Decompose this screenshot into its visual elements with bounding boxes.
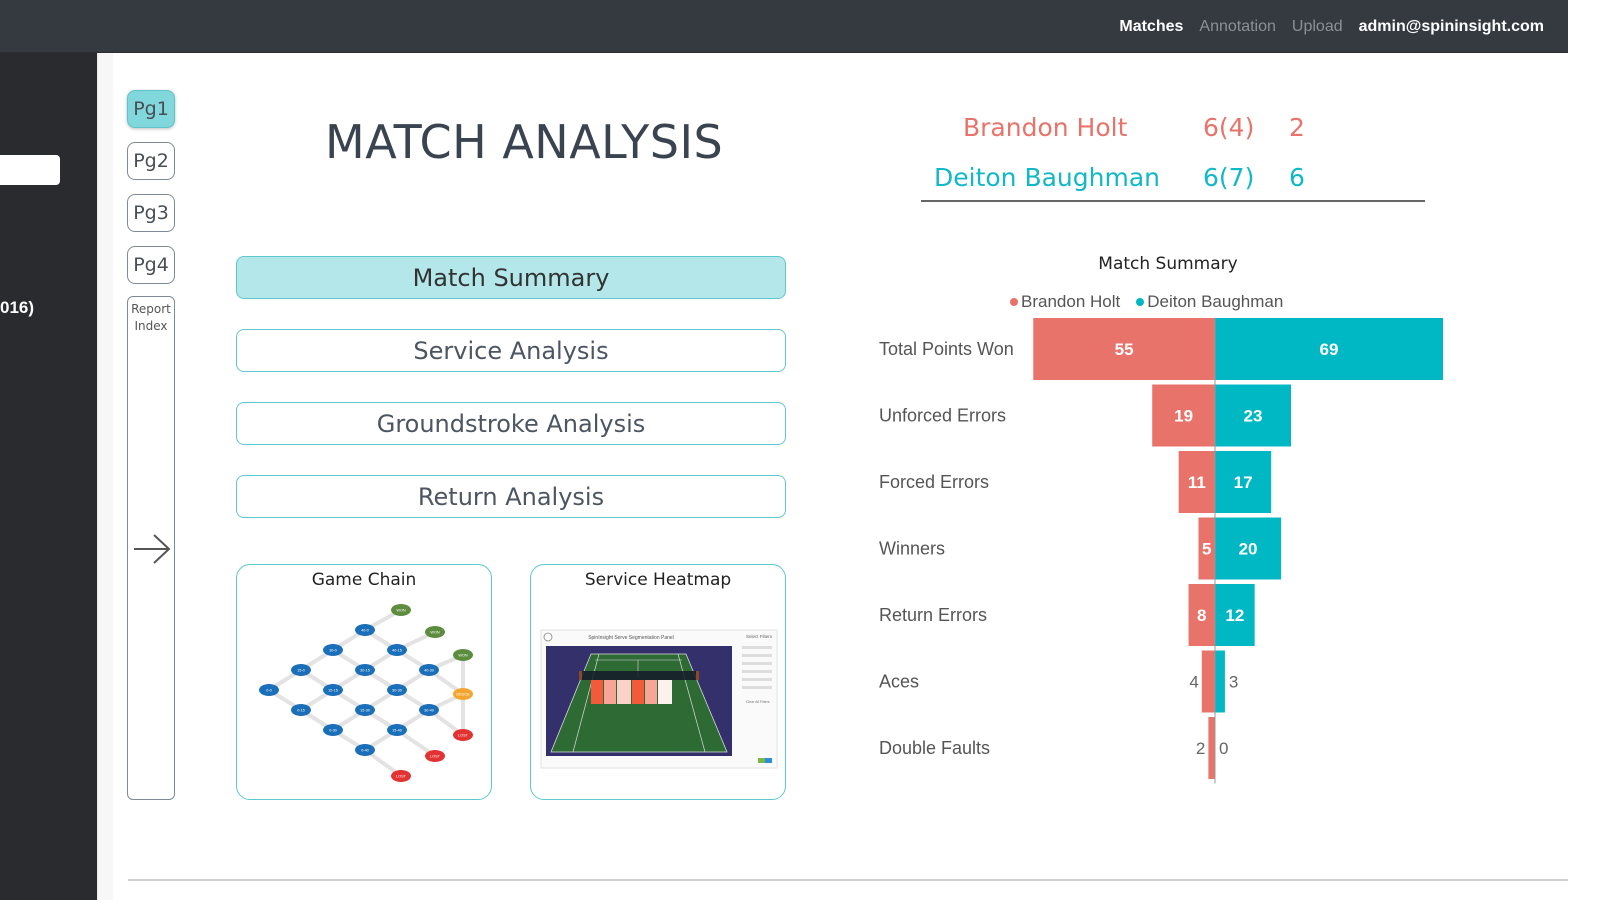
legend-item-player2[interactable]: Deiton Baughman <box>1136 292 1283 312</box>
page-button-pg1[interactable]: Pg1 <box>127 90 175 128</box>
chain-node-label: 0-15 <box>297 709 305 713</box>
chart-title: Match Summary <box>1098 254 1238 274</box>
category-label: Forced Errors <box>879 472 989 492</box>
top-navbar: Matches Annotation Upload admin@spininsi… <box>0 0 1568 53</box>
heatmap-panel-title: SpinInsight Serve Segmentation Panel <box>588 635 674 641</box>
chain-node-label: 15-0 <box>297 669 305 673</box>
page-button-pg3[interactable]: Pg3 <box>127 194 175 232</box>
data-label-player2: 23 <box>1244 407 1263 426</box>
scoreboard-row-player1: Brandon Holt 6(4) 2 <box>921 113 1427 153</box>
chain-node-label: 30-0 <box>329 649 337 653</box>
clear-filters-label: Clear All Filters <box>746 700 770 704</box>
bar-player2[interactable] <box>1215 650 1225 713</box>
left-sidebar-partial: 016) <box>0 53 97 900</box>
report-index-button[interactable]: Report Index <box>127 296 175 800</box>
tennis-net <box>581 671 697 680</box>
game-chain-title: Game Chain <box>311 570 417 590</box>
nav-matches[interactable]: Matches <box>1119 18 1183 36</box>
match-summary-button[interactable]: Match Summary <box>236 256 786 299</box>
player2-set2: 6 <box>1289 163 1305 192</box>
category-label: Aces <box>879 672 919 692</box>
game-chain-diagram: 0-0 15-0 0-15 30-0 15-15 0-30 40-0 30-15 15-30 0-… <box>259 604 473 782</box>
data-label-player1: 11 <box>1188 473 1206 492</box>
report-index-label: Report Index <box>131 302 171 333</box>
groundstroke-analysis-button[interactable]: Groundstroke Analysis <box>236 402 786 445</box>
chain-node-label: 30-15 <box>360 669 370 673</box>
chain-node-won-label: WON <box>430 631 440 635</box>
data-label-player2: 3 <box>1229 673 1238 692</box>
data-label-player1: 55 <box>1115 340 1134 359</box>
chain-node-label: 15-15 <box>328 689 338 693</box>
chart-legend: Brandon Holt Deiton Baughman <box>1010 292 1283 312</box>
bar-player1[interactable] <box>1201 650 1215 713</box>
chain-node-label: 15-40 <box>392 729 402 733</box>
top-nav-links: Matches Annotation Upload admin@spininsi… <box>1119 0 1544 53</box>
right-gutter <box>1568 0 1600 900</box>
game-chain-card[interactable]: Game Chain 0-0 15-0 0-15 30-0 15-15 0-30 40-0 3… <box>236 564 492 800</box>
chain-node-label: 0-0 <box>266 689 272 693</box>
chain-node-lost-label: LOST <box>430 755 441 759</box>
data-label-player2: 12 <box>1225 606 1244 625</box>
player1-name: Brandon Holt <box>963 113 1128 142</box>
chain-node-label: 40-0 <box>361 629 369 633</box>
service-heatmap-thumbnail: SpinInsight Serve Segmentation Panel Sel… <box>540 629 778 769</box>
service-heatmap-title: Service Heatmap <box>584 570 732 590</box>
nav-upload[interactable]: Upload <box>1292 18 1343 36</box>
service-analysis-button[interactable]: Service Analysis <box>236 329 786 372</box>
chain-node-won-label: WON <box>396 609 406 613</box>
chain-node-label: 40-15 <box>392 649 402 653</box>
page-button-pg4[interactable]: Pg4 <box>127 246 175 284</box>
player1-set2: 2 <box>1289 113 1305 142</box>
category-label: Total Points Won <box>879 339 1014 359</box>
legend-dot-player1 <box>1010 298 1018 306</box>
data-label-player1: 2 <box>1196 739 1205 758</box>
chain-node-lost-label: LOST <box>458 734 469 738</box>
category-label: Return Errors <box>879 605 987 625</box>
data-label-player2: 0 <box>1219 739 1228 758</box>
data-label-player1: 4 <box>1189 673 1198 692</box>
scoreboard-row-player2: Deiton Baughman 6(7) 6 <box>921 163 1427 203</box>
category-label: Winners <box>879 539 945 559</box>
legend-item-player1[interactable]: Brandon Holt <box>1010 292 1120 312</box>
chain-node-label: 30-30 <box>392 689 402 693</box>
heatmap-filters-title: Select Filters <box>746 634 773 639</box>
return-analysis-button[interactable]: Return Analysis <box>236 475 786 518</box>
user-account-link[interactable]: admin@spininsight.com <box>1359 18 1544 36</box>
player1-set1: 6(4) <box>1203 113 1255 142</box>
service-heatmap-card[interactable]: Service Heatmap SpinInsight Serve Segmen… <box>530 564 786 800</box>
chain-node-label: 0-30 <box>329 729 337 733</box>
chain-node-label: 40-30 <box>424 669 434 673</box>
chain-node-won-label: WON <box>458 654 468 658</box>
chain-node-label: 30-40 <box>424 709 434 713</box>
category-label: Double Faults <box>879 738 990 758</box>
chain-node-deuce-label: DEUCE <box>456 693 470 697</box>
chart-plot-area: Total Points Won 55 69Unforced Errors 19 23F… <box>879 318 1443 784</box>
data-label-player2: 69 <box>1320 340 1339 359</box>
sidebar-partial-text: 016) <box>0 298 35 317</box>
category-label: Unforced Errors <box>879 406 1006 426</box>
arrow-right-icon <box>134 534 171 564</box>
report-canvas-gutter <box>97 53 113 900</box>
data-label-player2: 17 <box>1234 473 1253 492</box>
match-summary-chart: Match Summary Brandon Holt Deiton Baughm… <box>868 248 1468 808</box>
scoreboard: Brandon Holt 6(4) 2 Deiton Baughman 6(7)… <box>921 105 1427 245</box>
page-button-pg2[interactable]: Pg2 <box>127 142 175 180</box>
data-label-player2: 20 <box>1239 540 1258 559</box>
data-label-player1: 5 <box>1202 540 1211 559</box>
page-title: MATCH ANALYSIS <box>325 115 724 169</box>
bar-player1[interactable] <box>1208 717 1215 779</box>
sidebar-input-partial[interactable] <box>0 155 60 185</box>
chain-node-lost-label: LOST <box>396 775 407 779</box>
player2-name: Deiton Baughman <box>934 163 1161 192</box>
player2-set1: 6(7) <box>1203 163 1255 192</box>
data-label-player1: 19 <box>1174 407 1193 426</box>
chain-node-label: 0-40 <box>361 749 369 753</box>
chain-node-label: 15-30 <box>360 709 370 713</box>
legend-dot-player2 <box>1136 298 1145 306</box>
report-canvas: Pg1 Pg2 Pg3 Pg4 Report Index MATCH ANALYS… <box>113 53 1568 879</box>
bottom-divider <box>128 879 1568 881</box>
nav-annotation[interactable]: Annotation <box>1199 18 1276 36</box>
data-label-player1: 8 <box>1197 606 1206 625</box>
